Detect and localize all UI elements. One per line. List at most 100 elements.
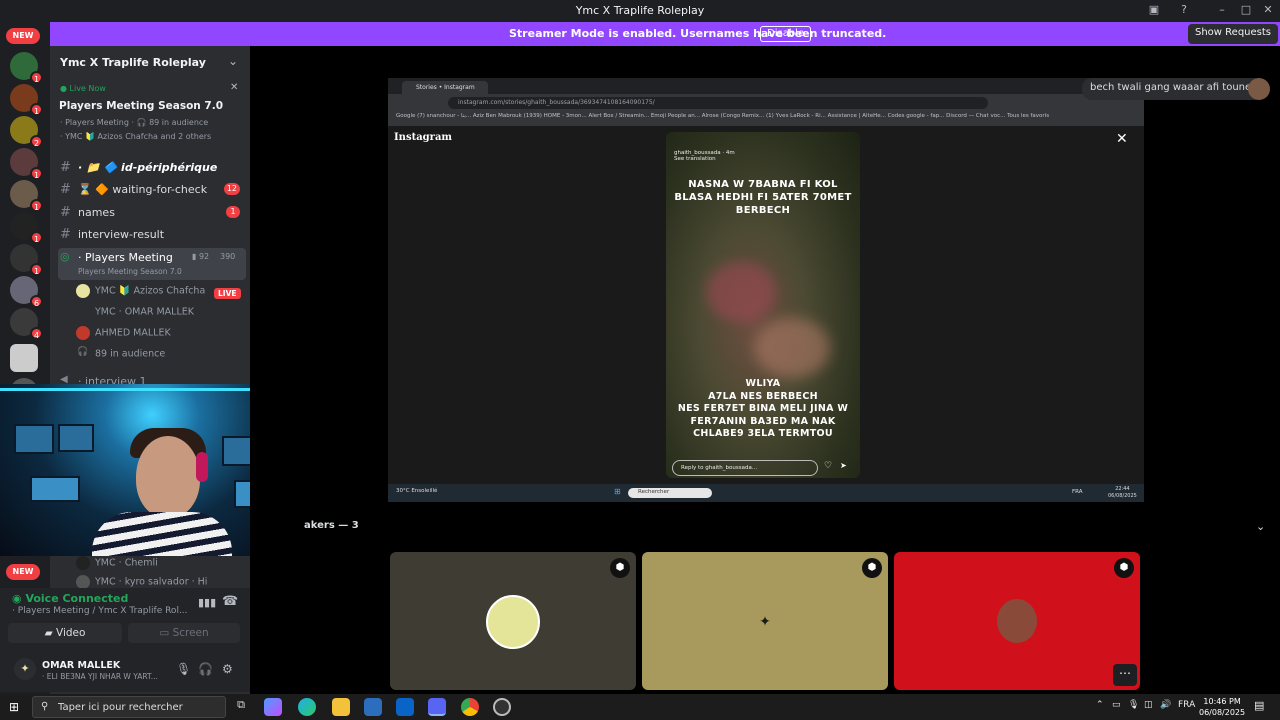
more-options-button[interactable]: ⋯ [1113, 664, 1137, 686]
member-item[interactable]: YMC 🔰 Azizos Chafcha [76, 284, 205, 302]
hash-icon: # [60, 227, 71, 242]
avatar [76, 575, 90, 589]
voice-connected-panel: ◉ Voice Connected · Players Meeting / Ym… [0, 588, 250, 692]
user-status: · ELI BE3NA YJI NHAR W YART... [42, 672, 158, 681]
arcade-screen [14, 424, 54, 454]
member-item[interactable]: YMC · OMAR MALLEK [76, 305, 194, 323]
instagram-story-viewer: Instagram ✕ ghaith_boussada · 4m See tran… [388, 126, 1144, 484]
close-icon[interactable]: ✕ [230, 82, 238, 93]
live-now-card[interactable]: ● Live Now ✕ Players Meeting Season 7.0 … [50, 80, 250, 144]
edge-icon[interactable] [298, 698, 316, 716]
speaker-tile[interactable]: ⬢ ✦ [642, 552, 888, 690]
server-icon[interactable]: 1 [10, 212, 43, 244]
search-placeholder: Taper ici pour rechercher [58, 702, 183, 713]
settings-gear-icon[interactable]: ⚙ [222, 662, 233, 676]
shared-screen-taskbar: 30°C Ensoleillé ⊞ Rechercher FRA 22:44 06… [388, 484, 1144, 502]
speaker-tile[interactable]: ⬢ [390, 552, 636, 690]
store-icon[interactable] [364, 698, 382, 716]
speakers-section-label: akers — 3 [304, 520, 359, 531]
new-badge: NEW [6, 564, 40, 580]
taskbar-clock[interactable]: 10:46 PM 06/08/2025 [1199, 696, 1245, 718]
server-icon[interactable]: 6 [10, 276, 43, 308]
chevron-down-icon[interactable]: ⌄ [228, 54, 238, 68]
close-icon: ✕ [1116, 131, 1128, 147]
server-icon[interactable]: 1 [10, 148, 43, 180]
video-icon: ▮ 92 [192, 252, 210, 261]
server-icon[interactable]: 1 [10, 244, 43, 276]
chevron-down-icon[interactable]: ⌄ [1256, 520, 1265, 533]
obs-icon[interactable] [493, 698, 511, 716]
window-title: Ymc X Traplife Roleplay [575, 4, 705, 17]
chrome-icon[interactable] [461, 698, 479, 716]
disconnect-icon[interactable]: ☎ [222, 594, 238, 609]
live-now-label: ● Live Now [60, 84, 106, 93]
server-name[interactable]: Ymc X Traplife Roleplay [60, 56, 206, 69]
voice-status: ◉ Voice Connected [12, 592, 129, 605]
story-card: ghaith_boussada · 4m See translation NASN… [666, 132, 860, 478]
member-item[interactable]: YMC · kyro salvador · Hi [76, 575, 207, 589]
story-text-top: NASNA W 7BABNA FI KOL BLASA HEDHI FI 5ATE… [674, 179, 852, 216]
notifications-icon[interactable]: ▤ [1254, 699, 1264, 712]
voice-channel-path[interactable]: · Players Meeting / Ymc X Traplife Rol..… [12, 606, 188, 616]
server-icon[interactable]: 2 [10, 116, 43, 148]
task-view-icon[interactable]: ⧉ [232, 698, 250, 716]
story-text-bottom: WLIYA A7LA NES BERBECH NES FER7ET BINA MEL… [677, 378, 849, 439]
member-item[interactable]: YMC · Chemli [76, 556, 158, 574]
streamer-mode-banner: Streamer Mode is enabled. Usernames have… [0, 22, 1280, 46]
tray-icon[interactable]: ▭ [1112, 700, 1121, 710]
help-icon[interactable]: ? [1176, 3, 1192, 16]
avatar [486, 595, 540, 649]
discord-icon[interactable] [428, 698, 446, 716]
channel-waiting-for-check[interactable]: # ⌛ 🔶 waiting-for-check 12 [58, 180, 246, 200]
shared-lang: FRA [1072, 489, 1083, 495]
heart-icon: ♡ [824, 461, 833, 471]
hash-icon: # [60, 160, 71, 175]
file-explorer-icon[interactable] [332, 698, 350, 716]
minimize-button[interactable]: – [1214, 3, 1230, 16]
avatar[interactable] [1248, 78, 1270, 100]
speaker-tile[interactable]: ⬢ [894, 552, 1140, 690]
server-icon[interactable] [10, 344, 38, 372]
send-icon: ➤ [840, 461, 847, 470]
server-icon[interactable]: 1 [10, 180, 43, 212]
microphone-icon[interactable]: 🎙 [1128, 700, 1139, 710]
windows-taskbar: ⊞ ⚲ Taper ici pour rechercher ⧉ ⌃ ▭ 🎙 ◫ … [0, 694, 1280, 720]
screen-share-button[interactable]: ▭ Screen [128, 623, 240, 643]
username[interactable]: OMAR MALLEK [42, 660, 120, 671]
taskbar-search[interactable]: ⚲ Taper ici pour rechercher [32, 696, 226, 718]
stage-channel-players-meeting[interactable]: ◎ · Players Meeting ▮ 92 390 Players Mee… [58, 248, 246, 280]
server-icon[interactable]: 1 [10, 52, 43, 84]
screen-share-stream[interactable]: Stories • Instagram instagram.com/storie… [388, 78, 1144, 502]
show-requests-tooltip[interactable]: Show Requests [1188, 24, 1278, 44]
channel-names[interactable]: # names 1 [58, 203, 246, 223]
tray-chevron-icon[interactable]: ⌃ [1096, 700, 1104, 710]
outlook-icon[interactable] [396, 698, 414, 716]
channel-id-peripherique[interactable]: # · 📁 🔷 id-périphérique [58, 158, 246, 178]
server-icon[interactable]: 1 [10, 84, 43, 116]
headset-icon[interactable]: 🎧 [198, 662, 213, 676]
address-bar: instagram.com/stories/ghaith_boussada/36… [448, 97, 988, 109]
channel-interview-result[interactable]: # interview-result [58, 225, 246, 245]
windows-start-icon[interactable]: ⊞ [9, 700, 19, 714]
maximize-button[interactable]: □ [1238, 3, 1254, 16]
disable-streamer-mode-button[interactable]: Disable [760, 26, 812, 42]
streamer-shirt [92, 512, 232, 556]
story-reply-input: Reply to ghaith_boussada... [672, 460, 818, 476]
arcade-screen [58, 424, 94, 452]
video-button[interactable]: ▰ Video [8, 623, 122, 643]
member-item[interactable]: AHMED MALLEK [76, 326, 171, 344]
arcade-screen [30, 476, 80, 502]
server-icon[interactable]: 4 [10, 308, 43, 340]
volume-icon[interactable]: 🔊 [1160, 700, 1171, 710]
noise-suppression-icon[interactable]: ▮▮▮ [198, 596, 216, 609]
inbox-icon[interactable]: ▣ [1146, 3, 1162, 16]
avatar[interactable]: ✦ [14, 658, 36, 680]
audience-item[interactable]: 🎧 89 in audience [76, 347, 165, 365]
close-window-button[interactable]: ✕ [1260, 3, 1276, 16]
headphones-icon: 🎧 [77, 347, 89, 357]
microphone-icon[interactable]: 🎙 [176, 662, 191, 676]
live-title: Players Meeting Season 7.0 [59, 100, 224, 112]
network-icon[interactable]: ◫ [1144, 700, 1153, 710]
copilot-icon[interactable] [264, 698, 282, 716]
language-indicator[interactable]: FRA [1178, 700, 1195, 710]
